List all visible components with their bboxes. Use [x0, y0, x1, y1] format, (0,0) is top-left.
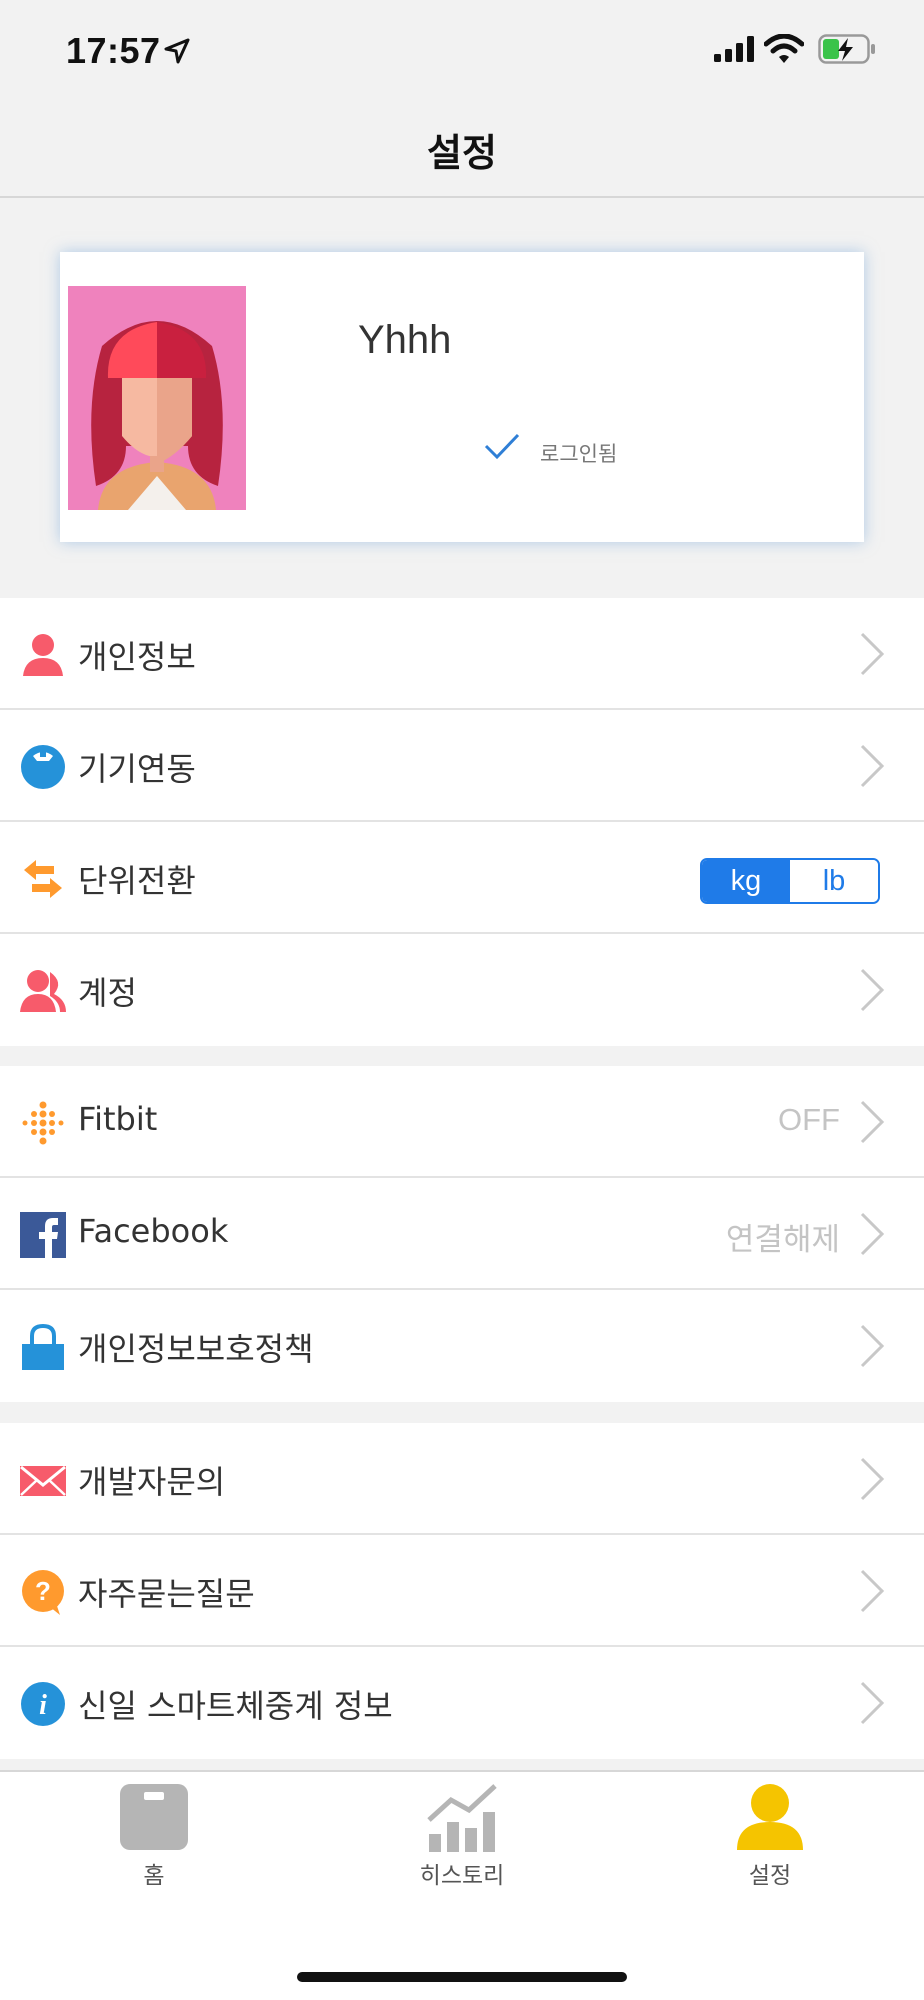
page-title: 설정 [427, 131, 497, 175]
avatar[interactable] [68, 286, 246, 510]
tab-label: 홈 [143, 1863, 165, 1889]
facebook-status: 연결해제 [725, 1222, 840, 1257]
status-time: 17:57 [66, 30, 161, 71]
tab-settings[interactable]: 설정 [670, 1782, 870, 1890]
row-about[interactable]: i 신일 스마트체중계 정보 [0, 1647, 924, 1759]
row-label: 개인정보보호정책 [78, 1330, 314, 1368]
chevron-right-icon [860, 744, 885, 788]
navigation-bar: 설정 [0, 100, 924, 198]
chevron-right-icon [860, 1569, 885, 1613]
row-label: 개인정보 [78, 638, 196, 676]
tab-label: 설정 [748, 1863, 792, 1889]
row-label: 자주묻는질문 [78, 1575, 255, 1613]
row-personal-info[interactable]: 개인정보 [0, 598, 924, 710]
person-icon [23, 634, 63, 676]
row-faq[interactable]: ? 자주묻는질문 [0, 1535, 924, 1647]
facebook-icon [20, 1212, 66, 1258]
svg-text:?: ? [35, 1576, 51, 1606]
row-device-link[interactable]: 기기연동 [0, 710, 924, 822]
chevron-right-icon [860, 1212, 885, 1256]
settings-group-general: 개인정보 기기연동 단위전환 kg lb 계정 [0, 598, 924, 1046]
row-label: Fitbit [78, 1100, 158, 1138]
row-label: 개발자문의 [78, 1463, 226, 1501]
chevron-right-icon [860, 1100, 885, 1144]
chevron-right-icon [860, 1457, 885, 1501]
avatar-image [68, 286, 246, 510]
tab-home[interactable]: 홈 [54, 1782, 254, 1890]
cellular-signal-icon [714, 36, 754, 62]
profile-card[interactable]: Yhhh 로그인됨 [60, 252, 864, 542]
wifi-icon [764, 34, 804, 63]
fitbit-status: OFF [778, 1102, 840, 1137]
unit-toggle[interactable]: kg lb [700, 858, 880, 904]
row-label: 단위전환 [78, 862, 196, 900]
settings-group-support: 개발자문의 ? 자주묻는질문 i 신일 스마트체중계 정보 [0, 1423, 924, 1759]
login-status: 로그인됨 [540, 442, 618, 466]
tab-bar: 홈 히스토리 설정 [0, 1770, 924, 2000]
svg-text:i: i [39, 1690, 47, 1721]
status-bar: 17:57 [0, 0, 924, 100]
account-icon [20, 970, 66, 1012]
tab-history[interactable]: 히스토리 [362, 1782, 562, 1890]
chevron-right-icon [860, 968, 885, 1012]
row-label: 신일 스마트체중계 정보 [78, 1687, 393, 1725]
profile-name: Yhhh [358, 318, 452, 362]
location-arrow-icon [164, 38, 190, 64]
fitbit-icon [22, 1101, 64, 1145]
tab-label: 히스토리 [419, 1863, 505, 1889]
row-label: 계정 [78, 974, 137, 1012]
row-label: Facebook [78, 1212, 229, 1250]
scale-home-icon [120, 1784, 188, 1850]
chevron-right-icon [860, 1324, 885, 1368]
row-unit-conversion: 단위전환 kg lb [0, 822, 924, 934]
unit-option-kg[interactable]: kg [702, 860, 790, 902]
history-chart-icon [427, 1784, 497, 1852]
settings-person-icon [737, 1784, 803, 1850]
mail-icon [20, 1465, 66, 1496]
scale-icon [21, 745, 65, 789]
row-privacy-policy[interactable]: 개인정보보호정책 [0, 1290, 924, 1402]
unit-option-lb[interactable]: lb [790, 860, 878, 902]
chevron-right-icon [860, 1681, 885, 1725]
row-account[interactable]: 계정 [0, 934, 924, 1046]
row-label: 기기연동 [78, 750, 196, 788]
question-icon: ? [22, 1570, 64, 1615]
settings-group-connections: Fitbit OFF Facebook 연결해제 개인정보보호정책 [0, 1066, 924, 1402]
row-fitbit[interactable]: Fitbit OFF [0, 1066, 924, 1178]
checkmark-icon [484, 433, 520, 460]
chevron-right-icon [860, 632, 885, 676]
home-indicator [297, 1972, 627, 1982]
swap-arrows-icon [24, 860, 62, 898]
row-facebook[interactable]: Facebook 연결해제 [0, 1178, 924, 1290]
lock-icon [22, 1324, 64, 1370]
info-icon: i [21, 1682, 65, 1726]
battery-icon [818, 34, 875, 64]
row-developer-contact[interactable]: 개발자문의 [0, 1423, 924, 1535]
